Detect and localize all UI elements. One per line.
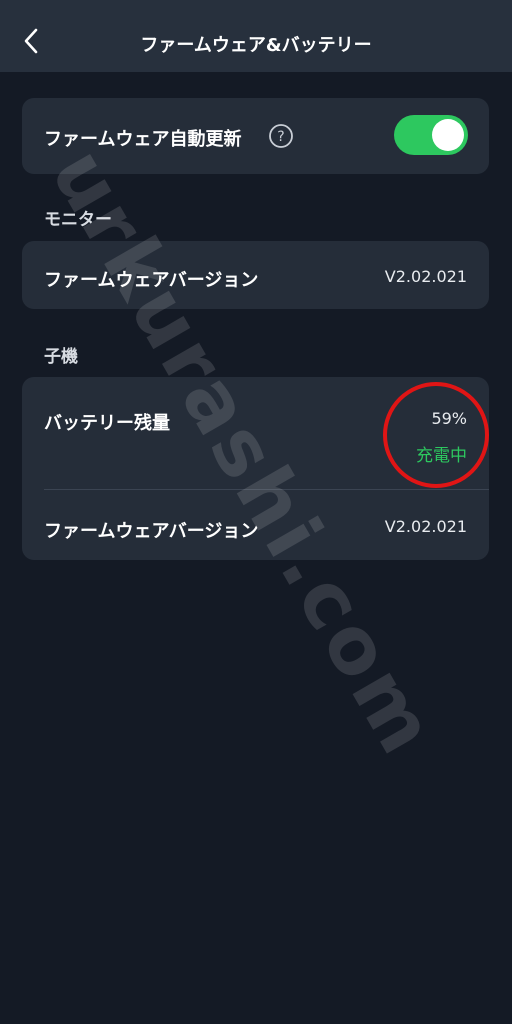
question-circle-icon[interactable]: ? bbox=[268, 123, 294, 149]
page-title: ファームウェア&バッテリー bbox=[140, 35, 372, 56]
monitor-section-label: モニター bbox=[44, 210, 112, 230]
monitor-firmware-value: V2.02.021 bbox=[384, 267, 467, 286]
divider bbox=[44, 489, 489, 490]
app-header: ファームウェア&バッテリー bbox=[0, 0, 512, 72]
firmware-battery-screen: ファームウェア&バッテリー ファームウェア自動更新 ? モニター ファームウェア… bbox=[0, 0, 512, 1024]
svg-text:?: ? bbox=[277, 129, 284, 145]
child-firmware-label: ファームウェアバージョン bbox=[44, 521, 259, 542]
battery-label: バッテリー残量 bbox=[44, 413, 170, 434]
monitor-firmware-label: ファームウェアバージョン bbox=[44, 270, 259, 291]
child-firmware-value: V2.02.021 bbox=[384, 517, 467, 536]
child-section-label: 子機 bbox=[44, 347, 78, 367]
auto-update-card: ファームウェア自動更新 ? bbox=[22, 98, 489, 174]
auto-update-toggle[interactable] bbox=[394, 115, 468, 155]
highlight-circle bbox=[383, 382, 489, 488]
monitor-card: ファームウェアバージョン V2.02.021 bbox=[22, 241, 489, 309]
toggle-knob bbox=[432, 119, 464, 151]
auto-update-label: ファームウェア自動更新 bbox=[44, 129, 242, 150]
